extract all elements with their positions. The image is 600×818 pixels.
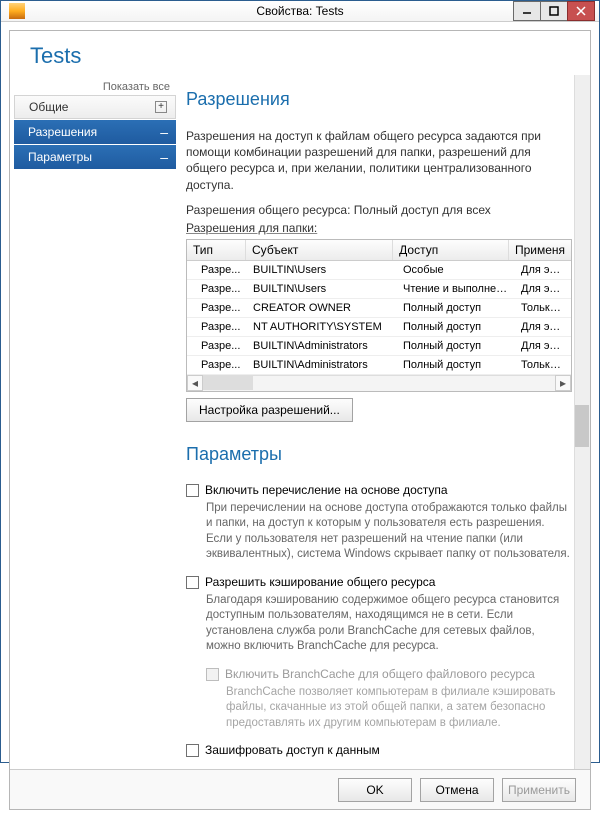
titlebar: Свойства: Tests bbox=[1, 1, 599, 22]
cell-access: Полный доступ bbox=[397, 318, 515, 336]
section-title-settings: Параметры bbox=[186, 444, 572, 465]
col-subject[interactable]: Субъект bbox=[246, 240, 393, 260]
table-row[interactable]: Разре...BUILTIN\AdministratorsПолный дос… bbox=[187, 356, 571, 375]
outer-padding: Tests Показать все Общие + Разрешения – … bbox=[1, 22, 599, 818]
branchcache-label: Включить BranchCache для общего файловог… bbox=[225, 667, 535, 681]
nav-label: Общие bbox=[29, 100, 68, 114]
encrypt-checkbox[interactable] bbox=[186, 744, 199, 757]
nav-item-general[interactable]: Общие + bbox=[14, 95, 176, 119]
cell-type: Разре... bbox=[187, 261, 247, 279]
section-title-permissions: Разрешения bbox=[186, 89, 572, 110]
cell-access: Особые bbox=[397, 261, 515, 279]
cell-access: Чтение и выполнен... bbox=[397, 280, 515, 298]
cell-applies: Только д bbox=[515, 356, 571, 374]
cell-subject: CREATOR OWNER bbox=[247, 299, 397, 317]
scroll-thumb[interactable] bbox=[203, 376, 253, 390]
abe-checkbox[interactable] bbox=[186, 484, 199, 497]
col-access[interactable]: Доступ bbox=[393, 240, 509, 260]
abe-label[interactable]: Включить перечисление на основе доступа bbox=[205, 483, 448, 497]
nav-item-settings[interactable]: Параметры – bbox=[14, 145, 176, 169]
abe-row: Включить перечисление на основе доступа bbox=[186, 483, 572, 497]
encrypt-label[interactable]: Зашифровать доступ к данным bbox=[205, 743, 380, 757]
abe-help: При перечислении на основе доступа отобр… bbox=[206, 501, 572, 563]
inner-panel: Tests Показать все Общие + Разрешения – … bbox=[9, 30, 591, 810]
table-row[interactable]: Разре...NT AUTHORITY\SYSTEMПолный доступ… bbox=[187, 318, 571, 337]
cell-type: Разре... bbox=[187, 318, 247, 336]
maximize-button[interactable] bbox=[540, 1, 568, 21]
cell-type: Разре... bbox=[187, 280, 247, 298]
cell-applies: Для этой bbox=[515, 280, 571, 298]
page-title: Tests bbox=[10, 31, 590, 75]
window-frame: Свойства: Tests Tests Показать все Общие… bbox=[0, 0, 600, 763]
branchcache-group: Включить BranchCache для общего файловог… bbox=[206, 667, 572, 732]
col-applies[interactable]: Применя bbox=[509, 240, 571, 260]
collapse-icon: – bbox=[160, 149, 168, 165]
col-type[interactable]: Тип bbox=[187, 240, 246, 260]
table-hscroll[interactable]: ◂ ▸ bbox=[187, 375, 571, 391]
collapse-icon: – bbox=[160, 124, 168, 140]
permissions-intro: Разрешения на доступ к файлам общего рес… bbox=[186, 128, 572, 193]
content-scrollbar[interactable] bbox=[574, 75, 590, 769]
cell-access: Полный доступ bbox=[397, 356, 515, 374]
share-perm-value: Полный доступ для всех bbox=[354, 203, 491, 217]
close-button[interactable] bbox=[567, 1, 595, 21]
cache-checkbox[interactable] bbox=[186, 576, 199, 589]
window-controls bbox=[514, 1, 595, 21]
ok-button[interactable]: OK bbox=[338, 778, 412, 802]
content-panel: Разрешения Разрешения на доступ к файлам… bbox=[180, 75, 590, 769]
cell-subject: BUILTIN\Users bbox=[247, 261, 397, 279]
nav-item-permissions[interactable]: Разрешения – bbox=[14, 120, 176, 144]
apply-button: Применить bbox=[502, 778, 576, 802]
nav-label: Параметры bbox=[28, 150, 92, 164]
cell-access: Полный доступ bbox=[397, 299, 515, 317]
table-body: Разре...BUILTIN\UsersОсобыеДля этойРазре… bbox=[187, 261, 571, 375]
cell-type: Разре... bbox=[187, 356, 247, 374]
expand-icon: + bbox=[155, 101, 167, 113]
cell-subject: BUILTIN\Administrators bbox=[247, 356, 397, 374]
bc-row: Включить BranchCache для общего файловог… bbox=[206, 667, 572, 681]
branchcache-help: BranchCache позволяет компьютерам в фили… bbox=[226, 685, 572, 732]
table-row[interactable]: Разре...BUILTIN\AdministratorsПолный дос… bbox=[187, 337, 571, 356]
cell-subject: BUILTIN\Administrators bbox=[247, 337, 397, 355]
configure-permissions-button[interactable]: Настройка разрешений... bbox=[186, 398, 353, 422]
encrypt-row: Зашифровать доступ к данным bbox=[186, 743, 572, 757]
cell-access: Полный доступ bbox=[397, 337, 515, 355]
window-title: Свойства: Tests bbox=[1, 4, 599, 18]
permissions-table[interactable]: Тип Субъект Доступ Применя Разре...BUILT… bbox=[186, 239, 572, 392]
folder-perm-label: Разрешения для папки: bbox=[186, 221, 572, 235]
app-icon bbox=[9, 3, 25, 19]
nav-panel: Показать все Общие + Разрешения – Параме… bbox=[10, 75, 180, 769]
minimize-button[interactable] bbox=[513, 1, 541, 21]
cell-applies: Для этой bbox=[515, 337, 571, 355]
dialog-footer: OK Отмена Применить bbox=[10, 769, 590, 809]
cell-type: Разре... bbox=[187, 299, 247, 317]
cell-applies: Для этой bbox=[515, 261, 571, 279]
table-row[interactable]: Разре...BUILTIN\UsersЧтение и выполнен..… bbox=[187, 280, 571, 299]
share-perm-label: Разрешения общего ресурса: bbox=[186, 203, 350, 217]
cell-subject: NT AUTHORITY\SYSTEM bbox=[247, 318, 397, 336]
cancel-button[interactable]: Отмена bbox=[420, 778, 494, 802]
scroll-left-icon[interactable]: ◂ bbox=[187, 375, 203, 391]
cache-help: Благодаря кэшированию содержимое общего … bbox=[206, 593, 572, 655]
table-row[interactable]: Разре...BUILTIN\UsersОсобыеДля этой bbox=[187, 261, 571, 280]
cell-subject: BUILTIN\Users bbox=[247, 280, 397, 298]
scroll-track[interactable] bbox=[203, 375, 555, 391]
branchcache-checkbox bbox=[206, 668, 219, 681]
share-perm-line: Разрешения общего ресурса: Полный доступ… bbox=[186, 203, 572, 217]
cache-label[interactable]: Разрешить кэширование общего ресурса bbox=[205, 575, 435, 589]
table-header: Тип Субъект Доступ Применя bbox=[187, 240, 571, 261]
scroll-right-icon[interactable]: ▸ bbox=[555, 375, 571, 391]
cell-applies: Для этой bbox=[515, 318, 571, 336]
content-scroll-thumb[interactable] bbox=[575, 405, 589, 447]
nav-label: Разрешения bbox=[28, 125, 97, 139]
cache-row: Разрешить кэширование общего ресурса bbox=[186, 575, 572, 589]
body: Показать все Общие + Разрешения – Параме… bbox=[10, 75, 590, 769]
cell-type: Разре... bbox=[187, 337, 247, 355]
cell-applies: Только д bbox=[515, 299, 571, 317]
table-row[interactable]: Разре...CREATOR OWNERПолный доступТолько… bbox=[187, 299, 571, 318]
show-all-link[interactable]: Показать все bbox=[10, 81, 180, 93]
